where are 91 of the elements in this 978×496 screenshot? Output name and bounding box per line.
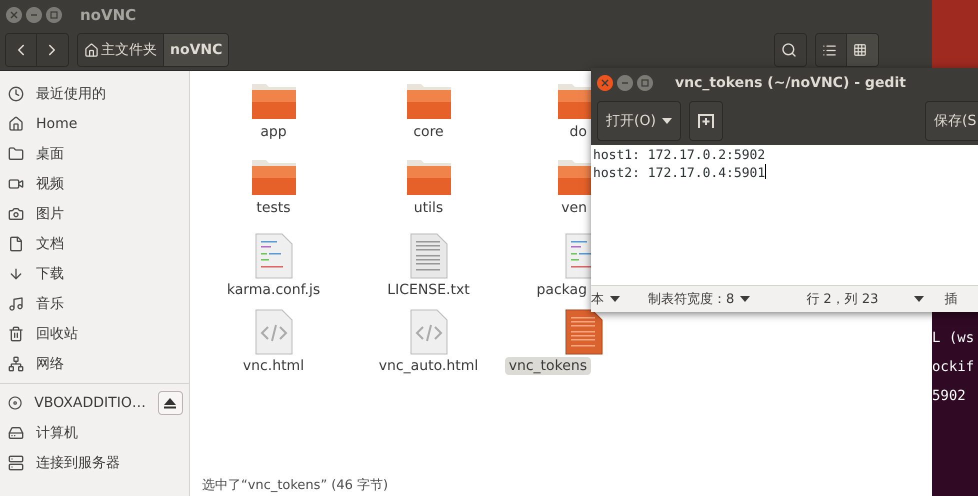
text-file-icon	[410, 233, 448, 279]
home-icon	[84, 42, 99, 58]
file-name[interactable]: packag	[532, 281, 591, 299]
maximize-icon	[641, 78, 649, 86]
drive-icon	[8, 425, 24, 441]
sidebar-item[interactable]: VBOXADDITIO…	[0, 388, 189, 418]
file-name[interactable]: app	[256, 123, 291, 141]
camera-icon	[8, 206, 24, 222]
close-button[interactable]	[597, 74, 613, 90]
list-icon	[822, 42, 837, 58]
new-tab-button[interactable]	[688, 101, 723, 141]
sidebar-item[interactable]: 回收站	[0, 319, 189, 349]
status-text: 选中了“vnc_tokens” (46 字节)	[202, 477, 388, 494]
caret-icon	[740, 296, 750, 302]
breadcrumb-button[interactable]: 主文件夹	[78, 34, 164, 66]
minimize-button[interactable]	[26, 7, 42, 23]
search-button[interactable]	[775, 34, 806, 66]
sidebar-item[interactable]: 视频	[0, 169, 189, 199]
sidebar-item[interactable]: Home	[0, 109, 189, 139]
eject-button[interactable]	[158, 391, 183, 415]
status-text: 插	[944, 291, 958, 308]
file-name[interactable]: vnc.html	[238, 357, 308, 375]
caret-icon	[914, 296, 924, 302]
caret-icon	[610, 296, 620, 302]
code-file-icon	[254, 233, 292, 279]
grid-view-button[interactable]	[847, 34, 878, 66]
text-file-icon	[565, 309, 603, 355]
grid-icon	[853, 43, 867, 57]
sidebar-item[interactable]: 桌面	[0, 139, 189, 169]
status-text: 行 2，列 23	[806, 291, 878, 308]
file-name[interactable]: vnc_tokens	[504, 357, 591, 375]
text-editor[interactable]: host1: 172.17.0.2:5902 host2: 172.17.0.4:5901	[591, 145, 978, 285]
window-title: vnc_tokens (~/noVNC) - gedit	[675, 74, 906, 90]
status-dropdown[interactable]	[914, 296, 924, 302]
music-icon	[8, 296, 24, 312]
server-icon	[8, 455, 24, 471]
eject-icon	[163, 396, 178, 410]
close-icon	[10, 11, 18, 19]
folder-icon	[8, 146, 24, 162]
document-icon	[8, 236, 24, 252]
network-icon	[8, 356, 24, 372]
list-view-button[interactable]	[816, 34, 847, 66]
clock-icon	[8, 86, 24, 102]
text-line: host2: 172.17.0.4:5901	[593, 164, 766, 182]
file-name[interactable]: LICENSE.txt	[383, 281, 474, 299]
disc-icon	[8, 395, 22, 411]
file-name[interactable]: karma.conf.js	[222, 281, 324, 299]
save-button[interactable]: 保存(S	[925, 101, 978, 141]
close-icon	[601, 78, 609, 86]
sidebar-item[interactable]: 图片	[0, 199, 189, 229]
terminal-line: ockif	[932, 359, 976, 375]
file-name[interactable]: tests	[252, 199, 295, 217]
sidebar-item[interactable]: 最近使用的	[0, 79, 189, 109]
window-edge	[932, 0, 978, 70]
sidebar-item[interactable]: 网络	[0, 349, 189, 379]
file-name[interactable]: ven	[557, 199, 591, 217]
html-file-icon	[410, 309, 448, 355]
close-button[interactable]	[6, 7, 22, 23]
sidebar-item[interactable]: 下载	[0, 259, 189, 289]
trash-icon	[8, 326, 24, 342]
sidebar-item[interactable]: 文档	[0, 229, 189, 259]
new-tab-icon	[698, 114, 714, 128]
search-icon	[781, 42, 797, 58]
html-file-icon	[254, 309, 292, 355]
status-dropdown[interactable]: 制表符宽度：8	[648, 290, 750, 308]
breadcrumb-button[interactable]: noVNC	[164, 34, 228, 66]
sidebar-item[interactable]: 计算机	[0, 418, 189, 448]
status-dropdown[interactable]: 本	[591, 290, 620, 308]
terminal-line: L (ws	[932, 330, 976, 346]
file-name[interactable]: vnc_auto.html	[374, 357, 482, 375]
maximize-button[interactable]	[46, 7, 62, 23]
text-line: host1: 172.17.0.2:5902	[593, 147, 766, 164]
sidebar-item[interactable]: 连接到服务器	[0, 448, 189, 478]
folder-icon	[406, 81, 452, 121]
file-name[interactable]: do	[566, 123, 591, 141]
terminal-line: 5902	[932, 388, 967, 404]
folder-icon	[250, 81, 296, 121]
minimize-button[interactable]	[617, 74, 633, 90]
file-name[interactable]: utils	[410, 199, 448, 217]
home-icon	[8, 116, 24, 132]
back-button[interactable]	[6, 34, 37, 66]
maximize-icon	[50, 11, 58, 19]
arrow-down-icon	[8, 266, 24, 282]
sidebar-item[interactable]: 音乐	[0, 289, 189, 319]
open-button[interactable]: 打开(O)	[597, 101, 681, 141]
file-name[interactable]: core	[409, 123, 448, 141]
caret-icon	[662, 118, 672, 124]
maximize-button[interactable]	[637, 74, 653, 90]
folder-icon	[250, 157, 296, 197]
folder-icon	[406, 157, 452, 197]
window-title: noVNC	[80, 6, 136, 24]
